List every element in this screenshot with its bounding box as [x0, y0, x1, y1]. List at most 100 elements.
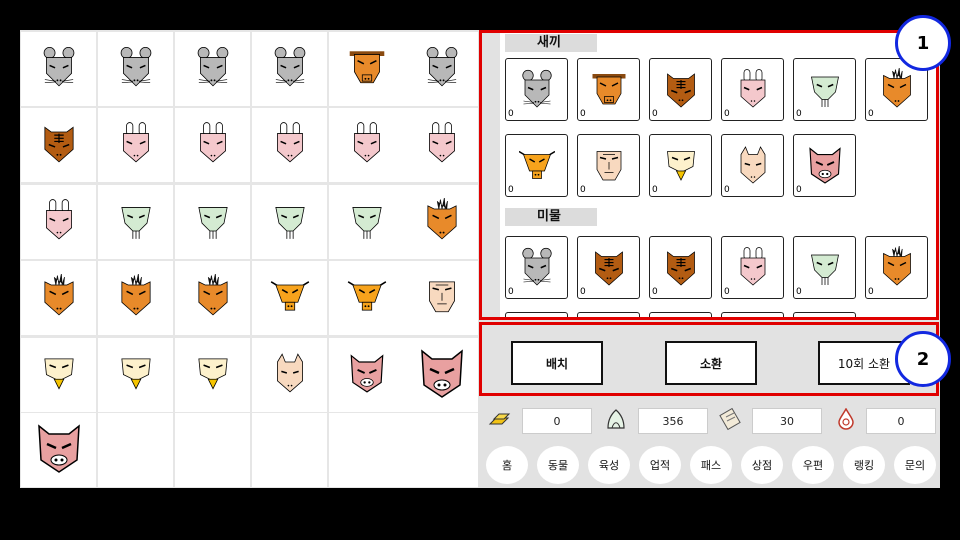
board-cell[interactable] [21, 185, 96, 259]
rat-face-icon [193, 45, 233, 93]
collection-card[interactable] [793, 312, 856, 320]
board-cell[interactable] [404, 185, 479, 259]
board-cell[interactable] [21, 338, 96, 412]
collection-card[interactable]: 0 [793, 58, 856, 121]
dog-face-icon [270, 351, 310, 399]
rabbit-face-icon [347, 121, 387, 169]
board-cell[interactable] [329, 185, 404, 259]
nav-animals[interactable]: 동물 [537, 446, 579, 484]
ox-face-icon [347, 45, 387, 93]
board-cell[interactable] [404, 32, 479, 106]
board-cell[interactable] [329, 338, 404, 412]
nav-achievement[interactable]: 업적 [639, 446, 681, 484]
board-cell-empty[interactable] [329, 413, 404, 487]
nav-mail[interactable]: 우편 [792, 446, 834, 484]
card-count: 0 [796, 109, 802, 119]
board-cell[interactable] [98, 32, 173, 106]
board-cell-empty[interactable] [404, 413, 479, 487]
board-cell[interactable] [404, 108, 479, 182]
collection-card[interactable]: 0 [505, 236, 568, 299]
board-cell[interactable] [252, 261, 327, 335]
nav-home[interactable]: 홈 [486, 446, 528, 484]
goat-face-icon [270, 274, 310, 322]
horse-face-icon [116, 273, 156, 322]
section-adult-label: 미물 [505, 208, 597, 226]
board-cell[interactable] [175, 261, 250, 335]
card-count: 0 [868, 287, 874, 297]
nav-shop[interactable]: 상점 [741, 446, 783, 484]
collection-card[interactable]: 0 [505, 58, 568, 121]
board-cell[interactable] [329, 261, 404, 335]
collection-card[interactable] [649, 312, 712, 320]
rabbit-face-icon [39, 198, 79, 246]
board-cell-empty[interactable] [98, 413, 173, 487]
collection-card[interactable]: 0 [649, 236, 712, 299]
board-cell[interactable] [175, 185, 250, 259]
collection-card[interactable]: 0 [793, 236, 856, 299]
collection-card[interactable]: 0 [721, 134, 784, 197]
summon-button[interactable]: 소환 [665, 341, 757, 385]
collection-panel: 새끼 미물 0 0 0 0 0 0 0 0 0 0 0 0 0 0 0 0 0 [500, 30, 938, 320]
collection-card[interactable]: 0 [721, 236, 784, 299]
chick-face-icon [39, 351, 79, 399]
collection-card[interactable]: 0 [505, 134, 568, 197]
monkey-face-icon [422, 274, 462, 322]
card-count: 0 [580, 185, 586, 195]
rat-face-icon [39, 45, 79, 93]
board-cell[interactable] [21, 261, 96, 335]
board-cell[interactable] [175, 108, 250, 182]
water-drop-icon [836, 407, 856, 434]
collection-card[interactable]: 0 [577, 58, 640, 121]
board-cell-empty[interactable] [252, 413, 327, 487]
nav-pass[interactable]: 패스 [690, 446, 732, 484]
chick-face-icon [193, 351, 233, 399]
board-cell[interactable] [175, 32, 250, 106]
nav-ranking[interactable]: 랭킹 [843, 446, 885, 484]
nav-inquiry[interactable]: 문의 [894, 446, 936, 484]
gold-bars-icon [488, 410, 512, 434]
board-cell[interactable] [98, 261, 173, 335]
horse-face-icon [193, 273, 233, 322]
card-count: 0 [796, 287, 802, 297]
rabbit-face-icon [193, 121, 233, 169]
board-cell[interactable] [98, 185, 173, 259]
place-button[interactable]: 배치 [511, 341, 603, 385]
leaf-value: 356 [638, 408, 708, 434]
board-cell-empty[interactable] [175, 413, 250, 487]
rabbit-face-icon [270, 121, 310, 169]
collection-card[interactable] [721, 312, 784, 320]
collection-card[interactable] [577, 312, 640, 320]
nav-training[interactable]: 육성 [588, 446, 630, 484]
card-count: 0 [508, 287, 514, 297]
board-cell[interactable] [252, 108, 327, 182]
collection-card[interactable]: 0 [721, 58, 784, 121]
collection-card[interactable]: 0 [649, 58, 712, 121]
board-cell[interactable] [329, 108, 404, 182]
board-cell[interactable] [252, 338, 327, 412]
side-panel: 새끼 미물 00000000000000000 0 356 30 0 홈 동물 … [478, 30, 940, 488]
callout-1: 1 [895, 15, 951, 71]
rabbit-face-icon [116, 121, 156, 169]
board-cell[interactable] [329, 32, 404, 106]
board-cell[interactable] [21, 32, 96, 106]
chick-face-icon [116, 351, 156, 399]
board-cell[interactable] [252, 185, 327, 259]
rat-face-icon [270, 45, 310, 93]
board-cell[interactable] [252, 32, 327, 106]
collection-card[interactable]: 0 [577, 134, 640, 197]
board-cell[interactable] [98, 338, 173, 412]
collection-card[interactable]: 0 [865, 236, 928, 299]
collection-card[interactable]: 0 [793, 134, 856, 197]
board-cell[interactable] [404, 261, 479, 335]
collection-card[interactable]: 0 [649, 134, 712, 197]
collection-card[interactable]: 0 [577, 236, 640, 299]
board-cell[interactable] [21, 108, 96, 182]
collection-card[interactable] [505, 312, 568, 320]
game-frame: 새끼 미물 00000000000000000 0 356 30 0 홈 동물 … [20, 30, 940, 488]
action-bar: 배치 소환 10회 소환 [479, 322, 939, 396]
board-cell[interactable] [98, 108, 173, 182]
card-count: 0 [868, 109, 874, 119]
board-cell[interactable] [175, 338, 250, 412]
board-cell[interactable] [21, 413, 96, 487]
board-cell[interactable] [404, 338, 479, 412]
